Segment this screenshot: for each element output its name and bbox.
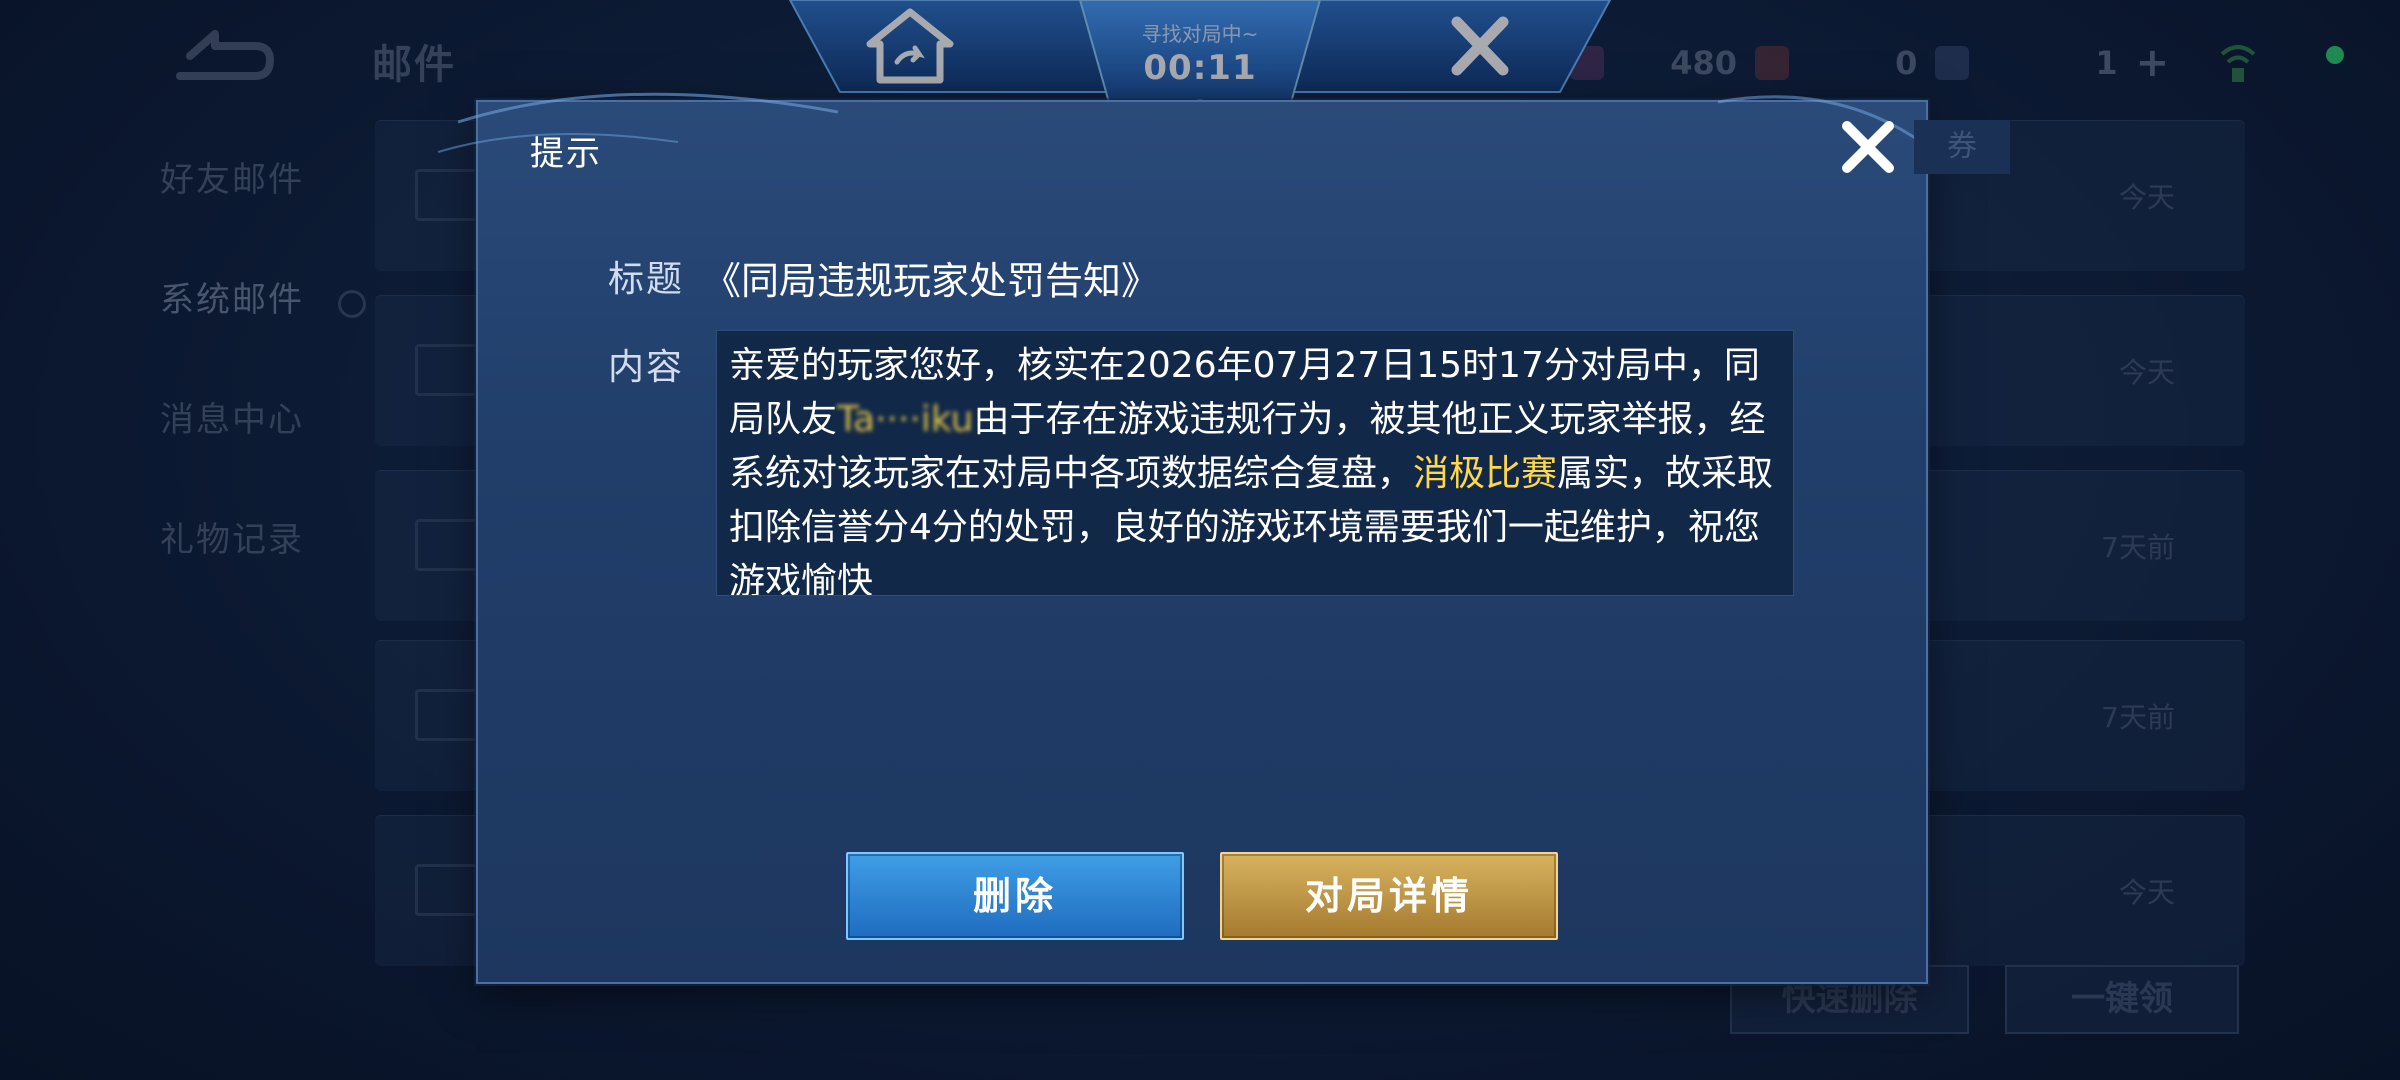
close-icon[interactable]: [1833, 112, 1903, 182]
player-name: Ta····iku: [837, 399, 974, 440]
notice-dialog: 提示 券 标题 《同局违规玩家处罚告知》 内容 亲爱的玩家您好，核实在2026年…: [437, 92, 2010, 984]
violation-highlight: 消极比赛: [1413, 453, 1558, 494]
dialog-title: 提示: [530, 134, 602, 174]
delete-button[interactable]: 删除: [846, 852, 1184, 940]
content-label: 内容: [608, 347, 685, 388]
content-scroll-area[interactable]: 亲爱的玩家您好，核实在2026年07月27日15时17分对局中，同局队友Ta··…: [716, 330, 1794, 596]
dialog-ornament: [437, 92, 1960, 174]
match-detail-button[interactable]: 对局详情: [1220, 852, 1558, 940]
content-text: 亲爱的玩家您好，核实在2026年07月27日15时17分对局中，同局队友Ta··…: [717, 331, 1793, 595]
subject-value: 《同局违规玩家处罚告知》: [703, 259, 1160, 303]
tab-peek: 券: [1914, 120, 2010, 174]
subject-label: 标题: [608, 259, 685, 300]
